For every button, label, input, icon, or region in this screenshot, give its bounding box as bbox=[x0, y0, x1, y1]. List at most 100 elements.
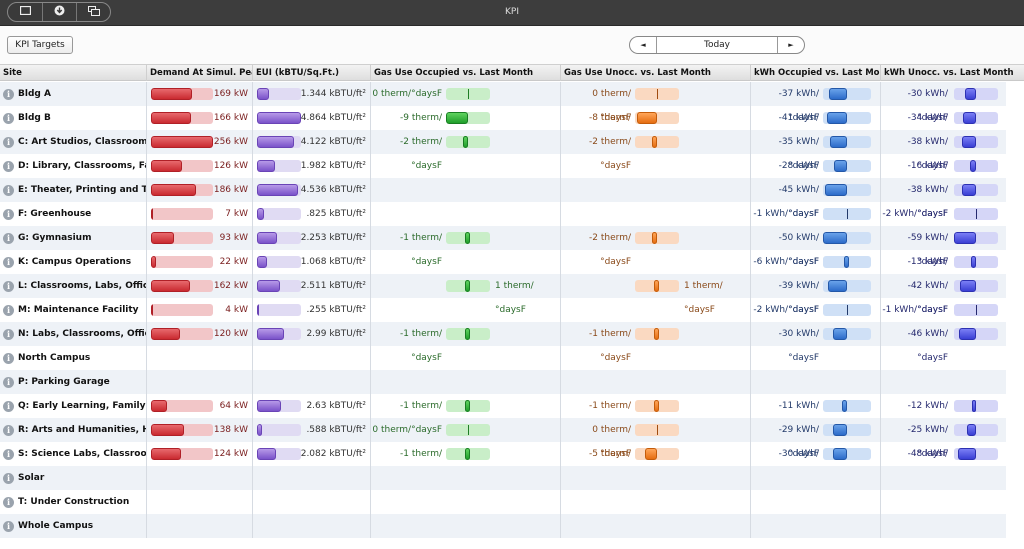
table-row[interactable]: i N: Labs, Classrooms, Offices, 120 kW 2.99… bbox=[0, 322, 1006, 363]
column-header-site[interactable]: Site bbox=[0, 65, 147, 81]
site-name: S: Science Labs, Classrooms, bbox=[18, 449, 146, 459]
table-row[interactable]: i Bldg B 166 kW 4.864 kBTU/ft² -9 therm/°day… bbox=[0, 106, 1006, 147]
table-row[interactable]: i Whole Campus bbox=[0, 514, 1006, 538]
demand-value: 256 kW bbox=[213, 137, 248, 147]
table-row[interactable]: i T: Under Construction bbox=[0, 490, 1006, 514]
table-row[interactable]: i F: Greenhouse 7 kW .825 kBTU/ft² -1 kWh/°d… bbox=[0, 202, 1006, 226]
column-header-kwh-occupied[interactable]: kWh Occupied vs. Last Month bbox=[751, 65, 881, 81]
site-cell[interactable]: i F: Greenhouse bbox=[0, 202, 146, 226]
demand-bar bbox=[151, 448, 213, 460]
table-row[interactable]: i Q: Early Learning, Family and 64 kW 2.63 … bbox=[0, 394, 1006, 435]
table-row[interactable]: i Bldg A 169 kW 1.344 kBTU/ft² 0 therm/°days… bbox=[0, 82, 1006, 123]
kwh-occupied-bar bbox=[823, 184, 871, 196]
site-cell[interactable]: i North Campus bbox=[0, 346, 146, 370]
info-icon[interactable]: i bbox=[3, 328, 14, 340]
column-header-demand[interactable]: Demand At Simul. Peak bbox=[147, 65, 253, 81]
kwh-occupied-value: -30 kWh/°daysF bbox=[778, 449, 819, 483]
gas-unoccupied-value: -5 therm/°daysF bbox=[589, 449, 631, 483]
table-row[interactable]: i G: Gymnasium 93 kW 2.253 kBTU/ft² -1 therm… bbox=[0, 226, 1006, 267]
info-icon[interactable]: i bbox=[3, 304, 14, 316]
info-icon[interactable]: i bbox=[3, 472, 14, 484]
info-icon[interactable]: i bbox=[3, 352, 14, 364]
gas-occupied-bar bbox=[446, 328, 490, 340]
gas-unoccupied-zero-marker bbox=[657, 89, 658, 99]
column-header-gas-occupied[interactable]: Gas Use Occupied vs. Last Month bbox=[371, 65, 561, 81]
gas-occupied-value: 0 therm/°daysF bbox=[372, 89, 442, 99]
kwh-occupied-value: -28 kWh/°daysF bbox=[778, 161, 819, 195]
site-cell[interactable]: i Q: Early Learning, Family and bbox=[0, 394, 146, 418]
info-icon[interactable]: i bbox=[3, 112, 14, 124]
next-period-button[interactable]: ► bbox=[777, 37, 804, 53]
kwh-unoccupied-bar-fill bbox=[962, 184, 976, 196]
site-cell[interactable]: i Bldg A bbox=[0, 82, 146, 106]
info-icon[interactable]: i bbox=[3, 256, 14, 268]
info-icon[interactable]: i bbox=[3, 184, 14, 196]
site-cell[interactable]: i N: Labs, Classrooms, Offices, bbox=[0, 322, 146, 346]
demand-bar bbox=[151, 280, 213, 292]
table-row[interactable]: i R: Arts and Humanities, Heal 138 kW .588 … bbox=[0, 418, 1006, 459]
kwh-unoccupied-zero-marker bbox=[976, 305, 977, 315]
kwh-unoccupied-bar-fill bbox=[963, 112, 976, 124]
column-header-eui[interactable]: EUI (kBTU/Sq.Ft.) bbox=[253, 65, 371, 81]
site-cell[interactable]: i D: Library, Classrooms, Facul bbox=[0, 154, 146, 178]
info-icon[interactable]: i bbox=[3, 424, 14, 436]
kwh-unoccupied-bar-fill bbox=[954, 232, 976, 244]
info-icon[interactable]: i bbox=[3, 160, 14, 172]
site-name: C: Art Studios, Classrooms, S bbox=[18, 137, 146, 147]
table-row[interactable]: i M: Maintenance Facility 4 kW .255 kBTU/ft… bbox=[0, 298, 1006, 322]
site-cell[interactable]: i T: Under Construction bbox=[0, 490, 146, 514]
eui-bar-fill bbox=[257, 208, 264, 220]
site-cell[interactable]: i E: Theater, Printing and TV S bbox=[0, 178, 146, 202]
kwh-unoccupied-bar-fill bbox=[971, 256, 976, 268]
info-icon[interactable]: i bbox=[3, 88, 14, 100]
site-cell[interactable]: i R: Arts and Humanities, Heal bbox=[0, 418, 146, 442]
kwh-unoccupied-bar bbox=[954, 232, 998, 244]
demand-value: 126 kW bbox=[213, 161, 248, 171]
site-cell[interactable]: i Solar bbox=[0, 466, 146, 490]
kwh-occupied-bar-fill bbox=[829, 88, 847, 100]
info-icon[interactable]: i bbox=[3, 496, 14, 508]
table-row[interactable]: i E: Theater, Printing and TV S 186 kW 4.53… bbox=[0, 178, 1006, 219]
table-row[interactable]: i P: Parking Garage bbox=[0, 370, 1006, 394]
info-icon[interactable]: i bbox=[3, 400, 14, 412]
gas-unoccupied-value: 0 therm/°daysF bbox=[592, 89, 631, 123]
table-row[interactable]: i S: Science Labs, Classrooms, 124 kW 2.082… bbox=[0, 442, 1006, 483]
site-cell[interactable]: i Whole Campus bbox=[0, 514, 146, 538]
gas-occupied-bar-fill bbox=[465, 448, 470, 460]
info-icon[interactable]: i bbox=[3, 448, 14, 460]
eui-bar bbox=[257, 160, 301, 172]
site-cell[interactable]: i L: Classrooms, Labs, Offices bbox=[0, 274, 146, 298]
table-row[interactable]: i C: Art Studios, Classrooms, S 256 kW 4.12… bbox=[0, 130, 1006, 171]
table-row[interactable]: i L: Classrooms, Labs, Offices 162 kW 2.511… bbox=[0, 274, 1006, 315]
gas-occupied-bar bbox=[446, 400, 490, 412]
gas-unoccupied-bar bbox=[635, 328, 679, 340]
site-cell[interactable]: i K: Campus Operations bbox=[0, 250, 146, 274]
info-icon[interactable]: i bbox=[3, 280, 14, 292]
kpi-targets-button[interactable]: KPI Targets bbox=[7, 36, 73, 54]
info-icon[interactable]: i bbox=[3, 376, 14, 388]
site-cell[interactable]: i M: Maintenance Facility bbox=[0, 298, 146, 322]
info-icon[interactable]: i bbox=[3, 208, 14, 220]
site-cell[interactable]: i Bldg B bbox=[0, 106, 146, 130]
kwh-unoccupied-bar-fill bbox=[965, 88, 976, 100]
info-icon[interactable]: i bbox=[3, 232, 14, 244]
table-row[interactable]: i K: Campus Operations 22 kW 1.068 kBTU/ft²… bbox=[0, 250, 1006, 291]
kwh-unoccupied-value: -16 kWh/°daysF bbox=[907, 161, 948, 195]
column-header-gas-unoccupied[interactable]: Gas Use Unocc. vs. Last Month bbox=[561, 65, 751, 81]
demand-bar bbox=[151, 232, 213, 244]
gas-occupied-bar-fill bbox=[463, 136, 468, 148]
gas-unoccupied-bar bbox=[635, 88, 679, 100]
table-row[interactable]: i Solar bbox=[0, 466, 1006, 490]
kwh-unoccupied-bar-fill bbox=[962, 136, 976, 148]
previous-period-button[interactable]: ◄ bbox=[630, 37, 657, 53]
site-cell[interactable]: i G: Gymnasium bbox=[0, 226, 146, 250]
column-header-kwh-unoccupied[interactable]: kWh Unocc. vs. Last Month bbox=[881, 65, 1024, 81]
period-label[interactable]: Today bbox=[657, 37, 777, 53]
site-cell[interactable]: i C: Art Studios, Classrooms, S bbox=[0, 130, 146, 154]
info-icon[interactable]: i bbox=[3, 136, 14, 148]
site-cell[interactable]: i P: Parking Garage bbox=[0, 370, 146, 394]
table-row[interactable]: i D: Library, Classrooms, Facul 126 kW 1.98… bbox=[0, 154, 1006, 195]
site-cell[interactable]: i S: Science Labs, Classrooms, bbox=[0, 442, 146, 466]
info-icon[interactable]: i bbox=[3, 520, 14, 532]
table-row[interactable]: i North Campus bbox=[0, 346, 1006, 370]
